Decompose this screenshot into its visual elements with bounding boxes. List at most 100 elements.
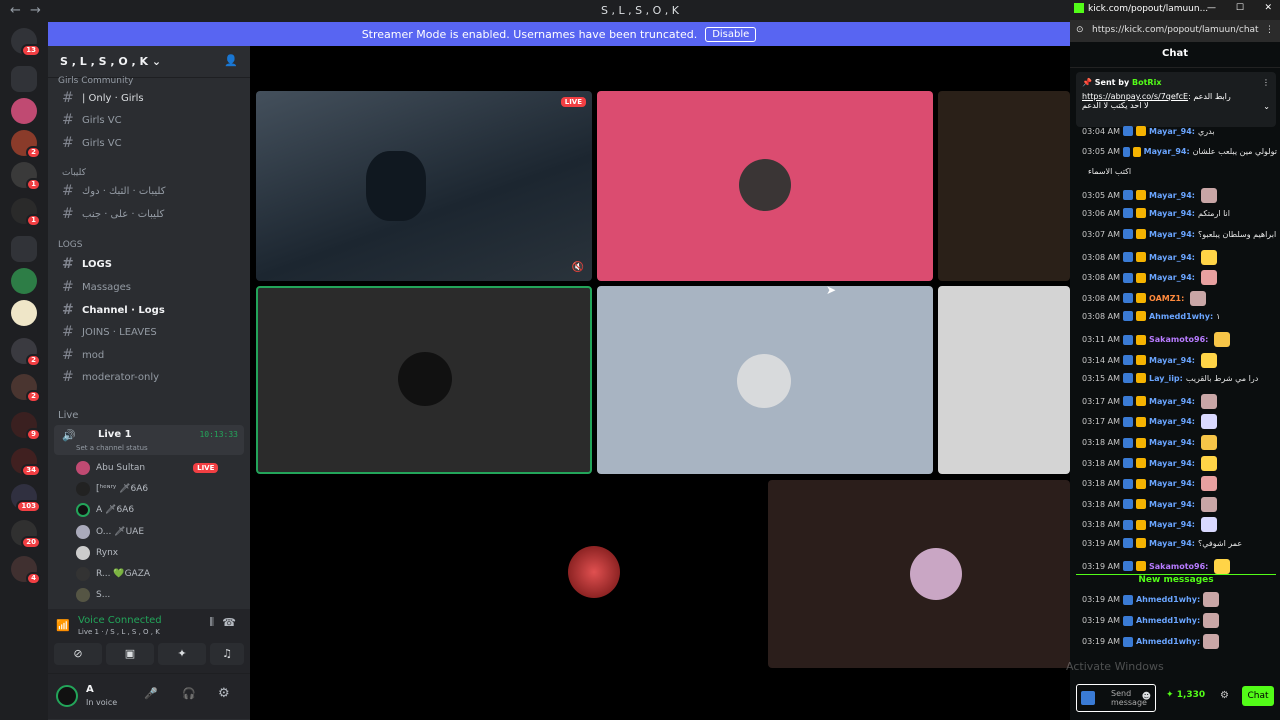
voice-user[interactable]: Rynx	[76, 543, 118, 563]
server-header[interactable]: S , L , S , O , K ⌄ 👤	[48, 46, 250, 78]
chat-message[interactable]: 03:18 AM Mayar_94:	[1082, 435, 1277, 450]
message-username[interactable]: Lay_iip:	[1149, 374, 1183, 383]
channel-channel-logs[interactable]: # Channel · Logs	[58, 300, 242, 320]
message-username[interactable]: Ahmedd1why:	[1136, 595, 1200, 604]
server-folder-icon[interactable]: 9	[11, 412, 41, 441]
chat-message[interactable]: 03:08 AM OAMZ1:	[1082, 290, 1277, 306]
settings-gear-icon[interactable]: ⚙	[218, 686, 230, 701]
screen-share-button[interactable]: ▣	[106, 643, 154, 665]
chat-message[interactable]: 03:05 AM Mayar_94: تولولي مين يبلعب علشان	[1082, 146, 1277, 157]
channel-clips-2[interactable]: # كليبات · على · جنب	[58, 204, 242, 224]
channel-moderator-only[interactable]: # moderator-only	[58, 367, 242, 387]
channel-status[interactable]: Set a channel status	[76, 444, 148, 452]
user-tile[interactable]	[938, 91, 1070, 281]
server-folder-icon[interactable]: 4	[11, 556, 41, 585]
headphones-icon[interactable]: 🎧	[182, 687, 196, 700]
server-folder-icon[interactable]: 2	[11, 374, 41, 403]
server-folder-icon[interactable]: 2	[11, 338, 41, 367]
voice-user[interactable]: A 🗡6A6	[76, 500, 134, 520]
add-member-icon[interactable]: 👤	[224, 54, 238, 67]
message-username[interactable]: Mayar_94:	[1144, 147, 1190, 156]
stream-tile[interactable]: LIVE 🔇	[256, 91, 592, 281]
voice-user[interactable]: R... 💚GAZA	[76, 564, 150, 584]
pinned-link[interactable]: https://abnpay.co/s/7qefcE	[1082, 92, 1188, 101]
user-avatar[interactable]	[56, 685, 78, 707]
chat-message[interactable]: 03:17 AM Mayar_94:	[1082, 414, 1277, 430]
chat-message[interactable]: 03:19 AM Sakamoto96:	[1082, 558, 1277, 574]
folder-icon[interactable]	[11, 236, 37, 262]
channel-logs[interactable]: # LOGS	[58, 254, 242, 274]
signal-icon[interactable]: 📶	[56, 619, 70, 632]
voice-channel-live-1[interactable]: 🔊 Live 1 10:13:33 Set a channel status	[54, 425, 244, 455]
chat-settings-icon[interactable]: ⚙	[1220, 690, 1229, 701]
message-username[interactable]: Sakamoto96:	[1149, 335, 1208, 344]
soundboard-button[interactable]: ♫	[210, 643, 244, 665]
chat-message[interactable]: 03:19 AM Mayar_94: عمر اشوفي؟	[1082, 538, 1277, 548]
message-username[interactable]: Mayar_94:	[1149, 417, 1195, 426]
chat-message[interactable]: 03:17 AM Mayar_94:	[1082, 393, 1277, 409]
maximize-icon[interactable]: ☐	[1236, 3, 1244, 13]
chat-message[interactable]: 03:18 AM Mayar_94:	[1082, 496, 1277, 512]
category-girls[interactable]: Girls Community	[58, 76, 133, 86]
voice-user[interactable]: [ʰᵉᶰʳʸ 🗡6A6	[76, 479, 148, 499]
more-icon[interactable]: ⋮	[1265, 25, 1274, 35]
message-username[interactable]: Mayar_94:	[1149, 479, 1195, 488]
server-folder-icon[interactable]: 1	[11, 198, 41, 227]
user-tile[interactable]	[938, 286, 1070, 474]
microphone-icon[interactable]: 🎤	[144, 687, 158, 700]
voice-user[interactable]: S...	[76, 585, 110, 605]
message-username[interactable]: Mayar_94:	[1149, 397, 1195, 406]
message-username[interactable]: Mayar_94:	[1149, 191, 1195, 200]
chat-message[interactable]: 03:18 AM Mayar_94:	[1082, 476, 1277, 492]
message-username[interactable]: Mayar_94:	[1149, 459, 1195, 468]
disable-button[interactable]: Disable	[705, 26, 757, 42]
category-clips[interactable]: كليبات	[62, 168, 86, 178]
message-username[interactable]: Mayar_94:	[1149, 127, 1195, 136]
chat-message[interactable]: اكتب الاسماء	[1082, 167, 1277, 176]
user-tile[interactable]	[597, 286, 933, 474]
pinned-message[interactable]: 📌 Sent by BotRix https://abnpay.co/s/7qe…	[1076, 72, 1276, 127]
more-options-icon[interactable]: ⋮	[1262, 78, 1270, 87]
channel-massages[interactable]: # Massages	[58, 277, 242, 297]
minimize-icon[interactable]: —	[1207, 3, 1216, 13]
server-icon[interactable]: 2	[11, 130, 41, 159]
chat-message[interactable]: 03:04 AM Mayar_94: بدري	[1082, 126, 1277, 136]
user-tile[interactable]	[426, 480, 764, 668]
chat-message[interactable]: 03:18 AM Mayar_94:	[1082, 455, 1277, 471]
chat-send-button[interactable]: Chat	[1242, 686, 1274, 706]
message-username[interactable]: Mayar_94:	[1149, 500, 1195, 509]
message-username[interactable]: Ahmedd1why:	[1136, 637, 1200, 646]
chevron-down-icon[interactable]: ⌄	[1263, 102, 1270, 111]
emoji-icon[interactable]: ☻	[1142, 692, 1151, 702]
message-username[interactable]: Mayar_94:	[1149, 356, 1195, 365]
message-username[interactable]: Mayar_94:	[1149, 230, 1195, 239]
voice-connected-label[interactable]: Voice Connected	[78, 615, 162, 626]
channel-clips-1[interactable]: # كليبات · الثبك · دوك	[58, 181, 242, 201]
voice-user[interactable]: O... 🗡UAE	[76, 522, 144, 542]
user-tile[interactable]	[768, 480, 1070, 668]
channel-girls-vc-2[interactable]: # Girls VC	[58, 133, 242, 153]
folder-icon[interactable]	[11, 66, 37, 92]
category-logs[interactable]: LOGS	[58, 240, 82, 250]
server-icon[interactable]	[11, 98, 37, 124]
message-username[interactable]: Mayar_94:	[1149, 253, 1195, 262]
channel-points[interactable]: ✦ 1,330	[1166, 690, 1205, 700]
voice-channel-path[interactable]: Live 1 · / S , L , S , O , K	[78, 628, 160, 636]
message-username[interactable]: Mayar_94:	[1149, 438, 1195, 447]
channel-mod[interactable]: # mod	[58, 345, 242, 365]
message-username[interactable]: Ahmedd1why:	[1136, 616, 1200, 625]
channel-joins-leaves[interactable]: # JOINS · LEAVES	[58, 322, 242, 342]
message-username[interactable]: Mayar_94:	[1149, 209, 1195, 218]
chat-message[interactable]: 03:07 AM Mayar_94: ابراهيم وسلطان يبلعبو؟	[1082, 229, 1277, 239]
message-username[interactable]: Mayar_94:	[1149, 273, 1195, 282]
message-username[interactable]: Ahmedd1why:	[1149, 312, 1213, 321]
chat-message[interactable]: 03:14 AM Mayar_94:	[1082, 352, 1277, 368]
channel-only-girls[interactable]: # | Only · Girls	[58, 88, 242, 108]
message-username[interactable]: Mayar_94:	[1149, 520, 1195, 529]
site-info-icon[interactable]: ⊙	[1076, 25, 1084, 35]
chat-message[interactable]: 03:08 AM Ahmedd1why: ١	[1082, 311, 1277, 322]
user-tile-speaking[interactable]	[256, 286, 592, 474]
chat-message[interactable]: 03:19 AM Ahmedd1why:	[1082, 592, 1277, 607]
camera-button[interactable]: ⊘	[54, 643, 102, 665]
discord-home-icon[interactable]: 13	[11, 28, 41, 57]
